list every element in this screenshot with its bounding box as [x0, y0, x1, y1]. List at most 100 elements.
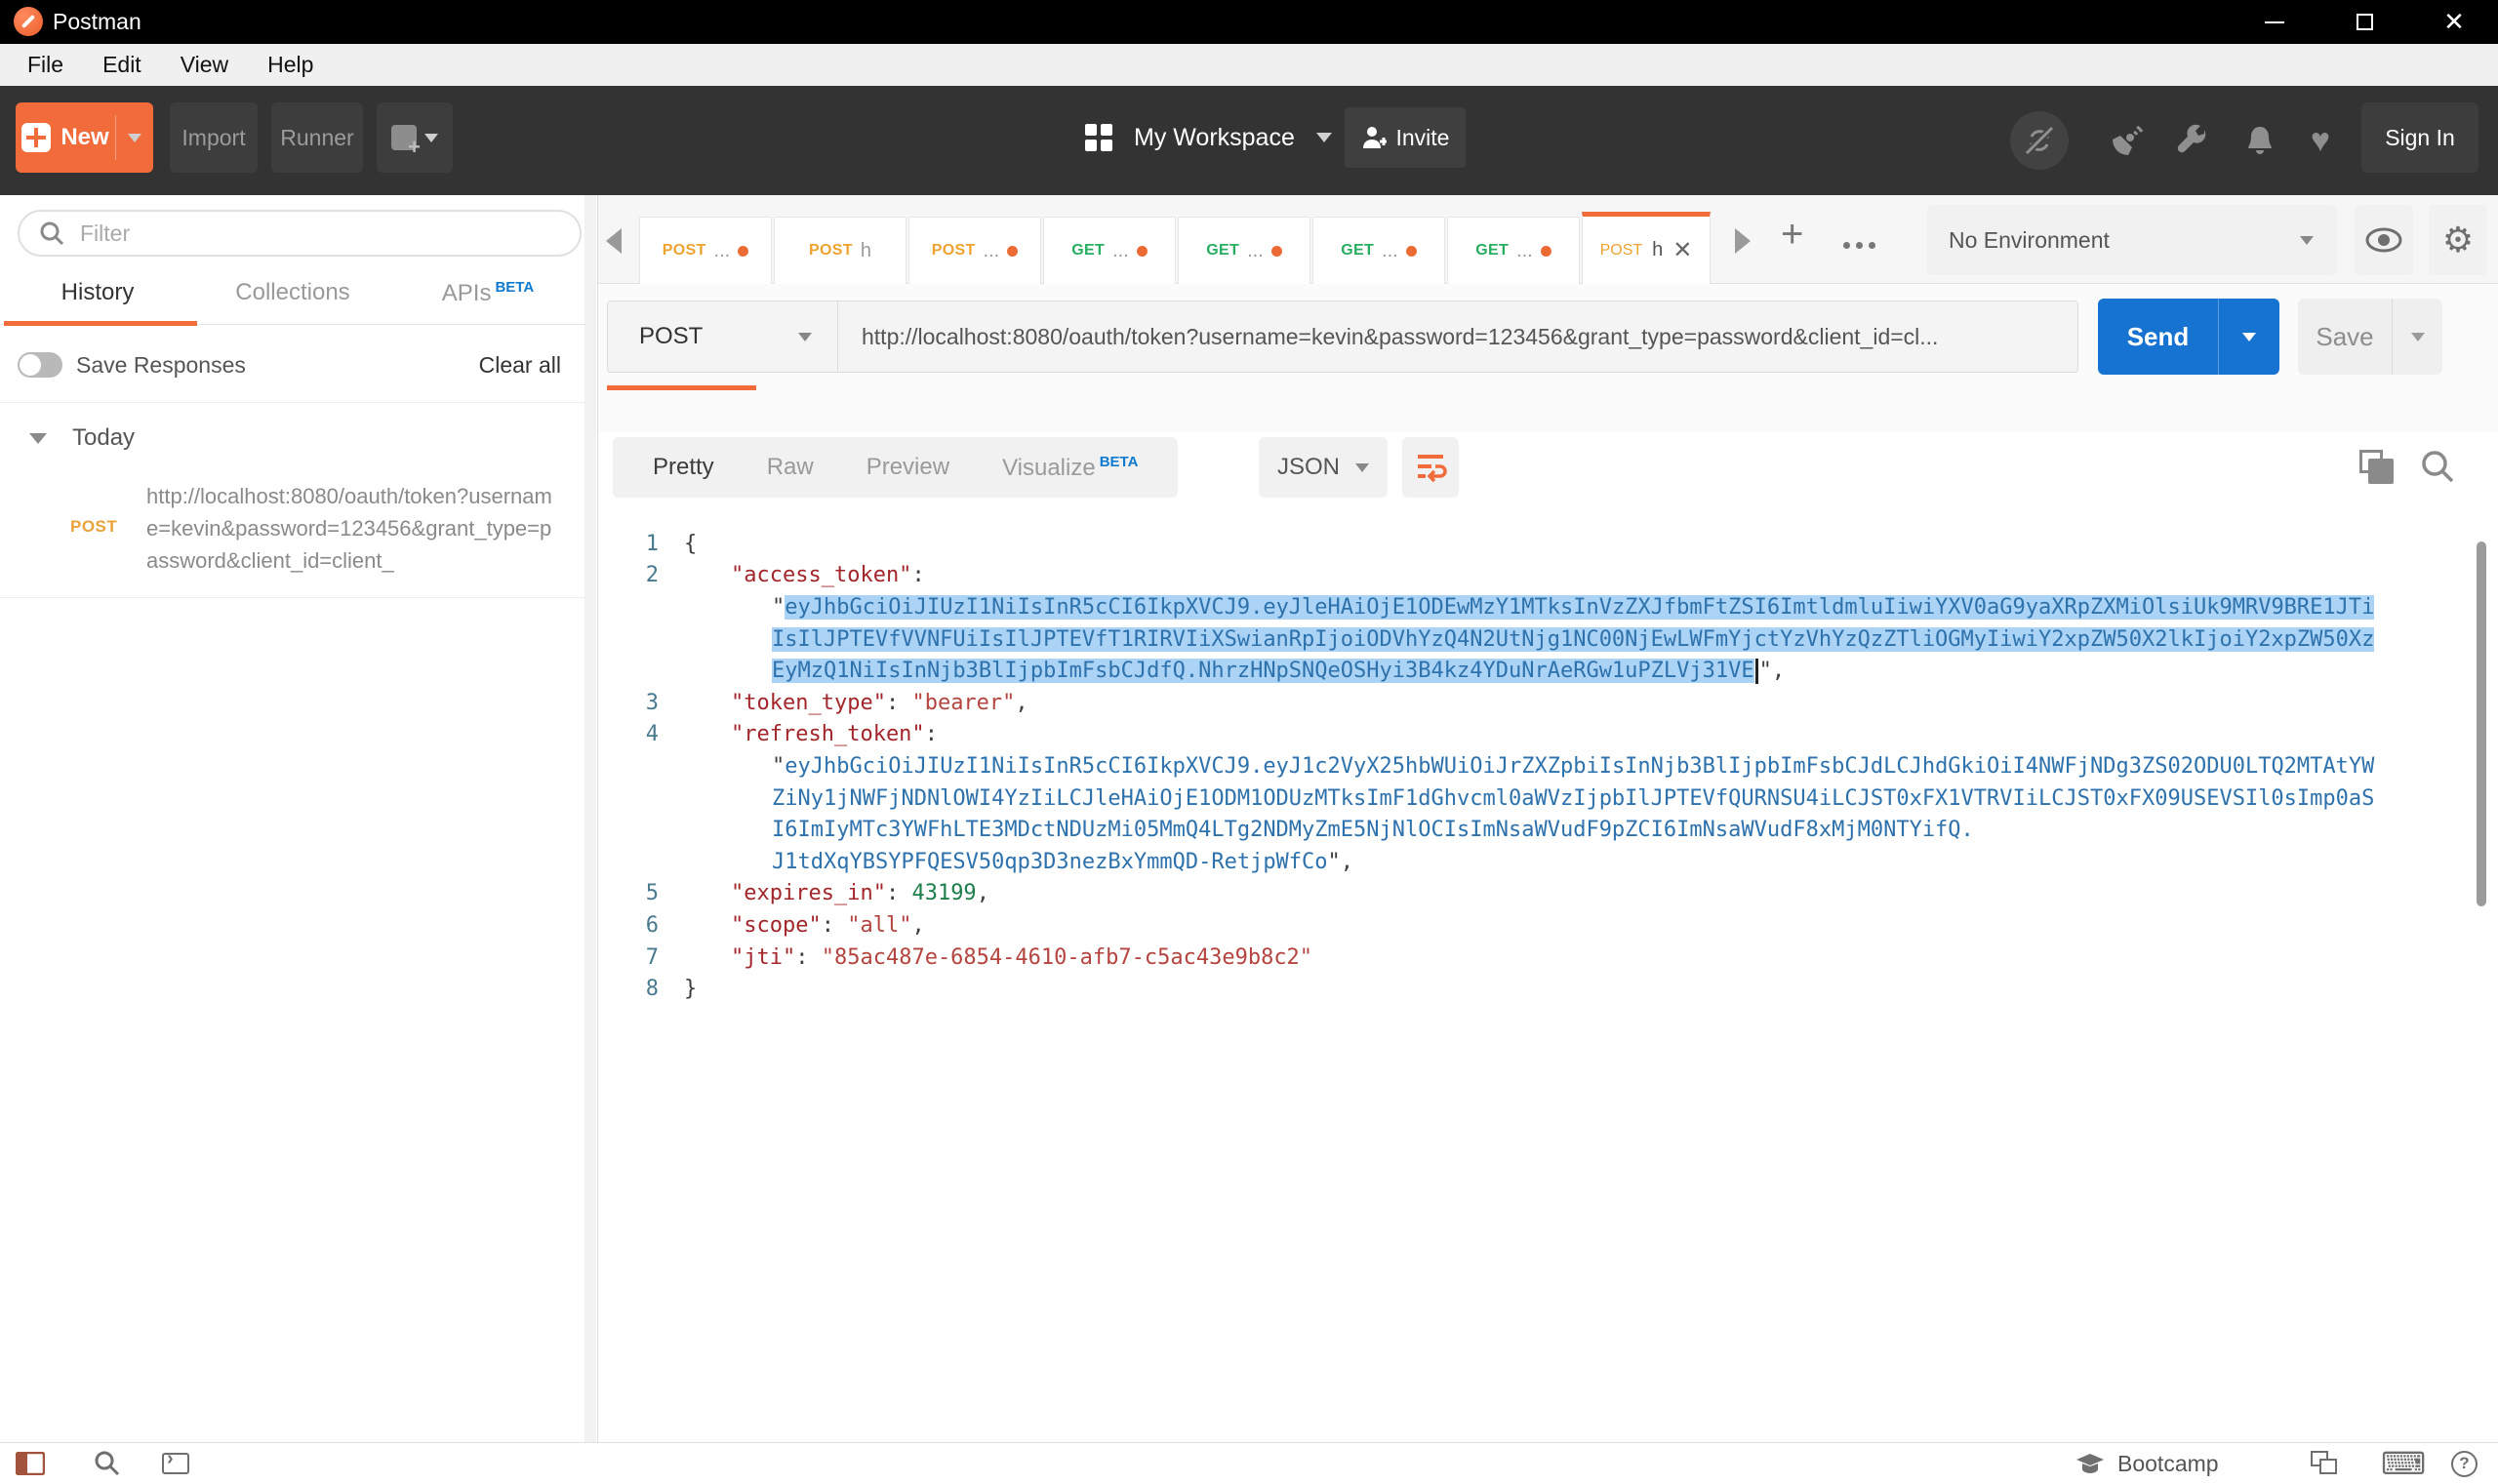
- send-dropdown-arrow[interactable]: [2219, 299, 2279, 375]
- request-tab[interactable]: POST...: [908, 217, 1041, 284]
- method-dropdown[interactable]: POST: [608, 301, 838, 372]
- help-icon[interactable]: ?: [2451, 1443, 2478, 1484]
- code-token: ,: [976, 881, 989, 906]
- response-toolbar: Pretty Raw Preview Visualize BETA JSON: [598, 432, 2498, 520]
- scroll-tabs-left-icon[interactable]: [606, 228, 622, 254]
- response-body-editor[interactable]: 1{2 "access_token": "eyJhbGciOiJIUzI1NiIsI…: [598, 520, 2486, 1442]
- maximize-button[interactable]: [2334, 0, 2395, 44]
- console-icon[interactable]: [162, 1443, 189, 1484]
- history-item[interactable]: POST http://localhost:8080/oauth/token?u…: [0, 480, 585, 585]
- heart-icon[interactable]: ♥: [2301, 86, 2340, 195]
- invite-label: Invite: [1395, 124, 1450, 150]
- format-dropdown[interactable]: JSON: [1259, 437, 1388, 498]
- new-button[interactable]: New: [16, 102, 153, 173]
- invite-button[interactable]: Invite: [1345, 107, 1466, 168]
- copy-icon[interactable]: [2359, 450, 2395, 485]
- environment-label: No Environment: [1949, 226, 2110, 253]
- find-replace-icon[interactable]: [94, 1443, 121, 1484]
- menu-edit[interactable]: Edit: [83, 44, 161, 86]
- sync-disabled-icon[interactable]: [2008, 86, 2071, 195]
- request-tab[interactable]: GET...: [1447, 217, 1580, 284]
- code-token: "jti": [731, 944, 796, 970]
- environment-quick-look-button[interactable]: [2355, 205, 2413, 275]
- new-tab-button[interactable]: +: [1781, 213, 1803, 257]
- scroll-tabs-right-icon[interactable]: [1735, 228, 1751, 254]
- import-button[interactable]: Import: [170, 102, 258, 173]
- workspace-grid-icon: [1085, 124, 1112, 151]
- url-input[interactable]: http://localhost:8080/oauth/token?userna…: [862, 324, 2062, 350]
- chevron-down-icon: [29, 432, 47, 444]
- settings-gear-icon[interactable]: ⚙: [2429, 205, 2487, 275]
- menu-view[interactable]: View: [161, 44, 248, 86]
- sidebar-scrollbar[interactable]: [584, 195, 596, 1442]
- bootcamp-button[interactable]: Bootcamp: [2075, 1443, 2219, 1484]
- wrench-icon[interactable]: [2174, 86, 2213, 195]
- open-panes-icon[interactable]: [2311, 1443, 2340, 1484]
- save-responses-row: Save Responses Clear all: [0, 340, 585, 390]
- request-tab[interactable]: GET...: [1043, 217, 1176, 284]
- view-raw[interactable]: Raw: [741, 454, 840, 481]
- request-tab[interactable]: GET...: [1178, 217, 1310, 284]
- code-text: "expires_in": 43199,: [684, 881, 989, 905]
- environment-selector[interactable]: No Environment: [1927, 205, 2337, 275]
- active-request-tab[interactable]: POST h ✕: [1582, 212, 1711, 284]
- request-tab[interactable]: POST...: [639, 217, 772, 284]
- request-tab[interactable]: POST h: [774, 217, 907, 284]
- new-window-button[interactable]: [377, 102, 453, 173]
- tab-collections[interactable]: Collections: [195, 279, 390, 324]
- unsaved-dot-icon: [1270, 245, 1282, 257]
- response-scrollbar[interactable]: [2477, 541, 2486, 906]
- wrap-lines-button[interactable]: [1402, 437, 1459, 498]
- notifications-bell-icon[interactable]: [2240, 86, 2279, 195]
- menu-bar: File Edit View Help: [0, 44, 2498, 86]
- minimize-button[interactable]: [2244, 0, 2305, 44]
- code-line: 2 "access_token":: [598, 560, 2486, 592]
- view-preview[interactable]: Preview: [840, 454, 976, 481]
- request-tab[interactable]: GET...: [1312, 217, 1445, 284]
- clear-all-link[interactable]: Clear all: [479, 352, 561, 379]
- shortcuts-keyboard-icon[interactable]: ⌨: [2381, 1443, 2426, 1484]
- code-text: "jti": "85ac487e-6854-4610-afb7-c5ac43e9…: [684, 945, 1312, 970]
- method-label: POST: [639, 323, 704, 349]
- url-bar: POST http://localhost:8080/oauth/token?u…: [607, 301, 2078, 373]
- view-visualize[interactable]: Visualize BETA: [976, 454, 1164, 482]
- workspace-label: My Workspace: [1134, 123, 1295, 151]
- save-button[interactable]: Save: [2298, 299, 2442, 375]
- toggle-sidebar-icon[interactable]: [16, 1443, 45, 1484]
- code-line: IsIlJPTEVfVVNFUiIsIlJPTEVfT1RIRVIiXSwian…: [598, 623, 2486, 656]
- line-number: 3: [645, 690, 659, 715]
- filter-input[interactable]: Filter: [18, 210, 582, 257]
- code-token: I6ImIyMTc3YWFhLTE3MDctNDUzMi05MmQ4LTg2ND…: [772, 818, 1974, 843]
- code-token: :: [821, 912, 848, 938]
- tab-options-icon[interactable]: [1843, 242, 1875, 249]
- close-button[interactable]: ✕: [2424, 0, 2484, 44]
- satellite-icon[interactable]: [2108, 86, 2147, 195]
- menu-file[interactable]: File: [8, 44, 83, 86]
- send-button[interactable]: Send: [2098, 299, 2279, 375]
- close-tab-icon[interactable]: ✕: [1672, 236, 1692, 264]
- code-text: "refresh_token":: [684, 722, 938, 746]
- menu-help[interactable]: Help: [248, 44, 333, 86]
- view-pretty[interactable]: Pretty: [626, 454, 741, 481]
- code-text: }: [684, 977, 697, 1001]
- graduation-cap-icon: [2076, 1454, 2104, 1473]
- today-section-header[interactable]: Today: [29, 424, 135, 452]
- save-dropdown-arrow[interactable]: [2393, 299, 2442, 375]
- new-dropdown-arrow[interactable]: [116, 133, 153, 142]
- save-responses-label: Save Responses: [76, 351, 246, 378]
- tab-method-label: GET: [1206, 242, 1240, 259]
- code-token: eyJhbGciOiJIUzI1NiIsInR5cCI6IkpXVCJ9.eyJ…: [785, 594, 2375, 620]
- save-responses-toggle[interactable]: [18, 352, 62, 378]
- postman-logo-icon: [14, 7, 43, 36]
- save-label: Save: [2298, 299, 2393, 375]
- code-token: "bearer": [911, 690, 1016, 715]
- workspace-switcher[interactable]: My Workspace: [1085, 102, 1332, 173]
- runner-button[interactable]: Runner: [271, 102, 363, 173]
- tab-method-label: GET: [1475, 242, 1510, 259]
- code-text: "eyJhbGciOiJIUzI1NiIsInR5cCI6IkpXVCJ9.ey…: [684, 594, 2375, 620]
- tab-history[interactable]: History: [0, 279, 195, 324]
- code-line: EyMzQ1NiIsInNjb3BlIjpbImFsbCJdfQ.NhrzHNp…: [598, 655, 2486, 687]
- sign-in-button[interactable]: Sign In: [2361, 102, 2478, 173]
- search-response-icon[interactable]: [2419, 448, 2456, 490]
- tab-apis[interactable]: APIs BETA: [390, 279, 585, 324]
